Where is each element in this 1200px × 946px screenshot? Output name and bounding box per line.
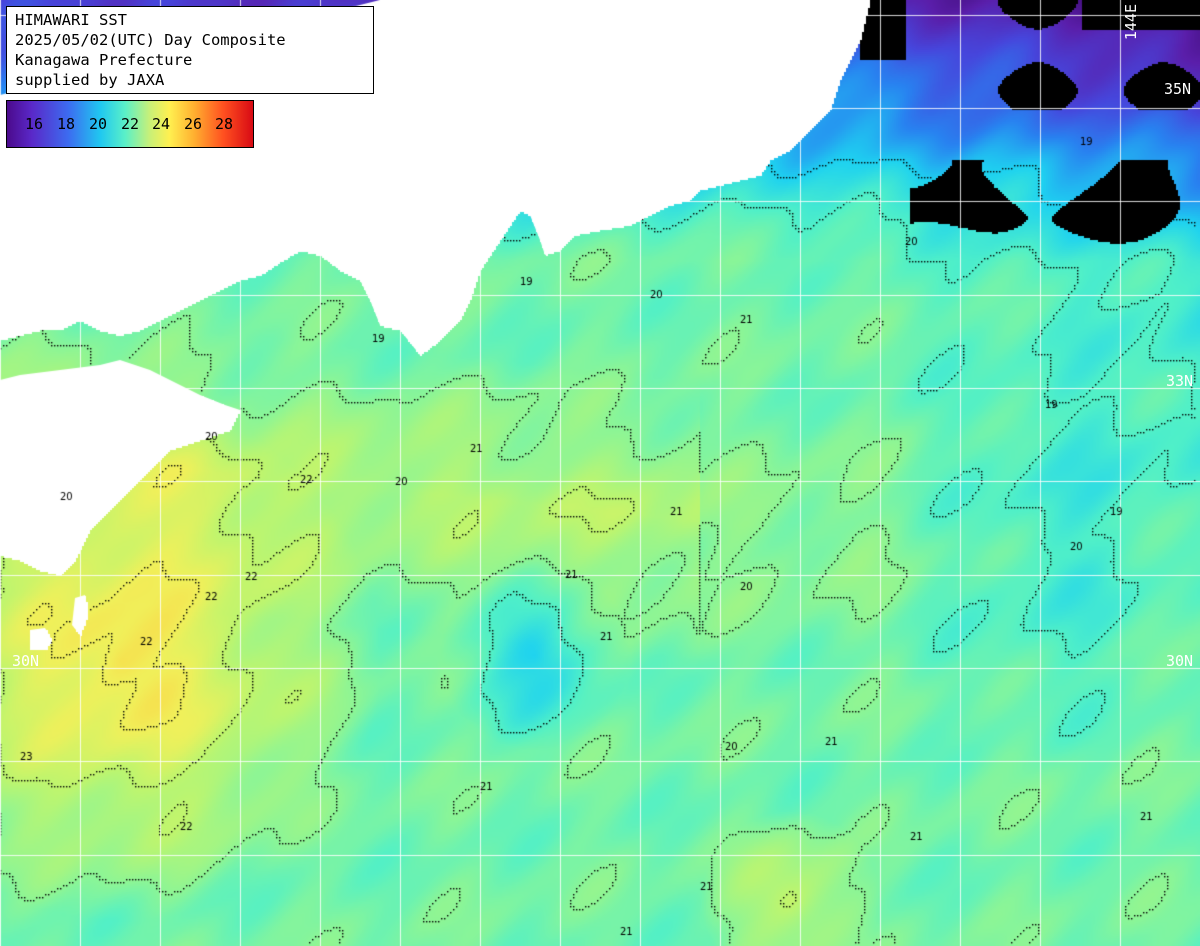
lat-label-30n-left: 30N — [12, 652, 40, 670]
title-line-2: 2025/05/02(UTC) Day Composite — [15, 31, 286, 49]
title-box: HIMAWARI SST 2025/05/02(UTC) Day Composi… — [6, 6, 374, 94]
lat-label-35n: 35N — [1164, 80, 1192, 98]
legend-label-24: 24 — [152, 115, 171, 133]
temperature-legend: 16 18 20 22 24 26 28 — [6, 100, 254, 148]
lat-label-33n: 33N — [1166, 372, 1194, 390]
legend-label-28: 28 — [215, 115, 234, 133]
lon-label-136e: 136E — [480, 4, 498, 41]
legend-label-20: 20 — [89, 115, 108, 133]
title-line-3: Kanagawa Prefecture — [15, 51, 193, 69]
legend-label-18: 18 — [57, 115, 76, 133]
legend-label-22: 22 — [121, 115, 140, 133]
title-line-4: supplied by JAXA — [15, 71, 165, 89]
legend-label-16: 16 — [25, 115, 44, 133]
lon-label-144e: 144E — [1122, 4, 1140, 41]
lat-label-30n-right: 30N — [1166, 652, 1194, 670]
title-line-1: HIMAWARI SST — [15, 11, 127, 29]
legend-label-26: 26 — [184, 115, 203, 133]
